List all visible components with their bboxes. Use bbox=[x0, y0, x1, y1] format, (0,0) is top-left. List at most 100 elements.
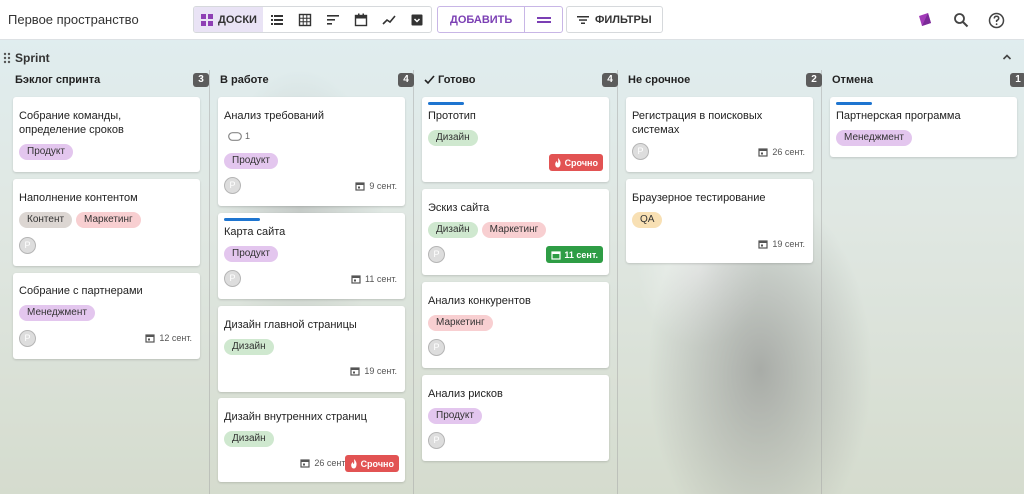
group-header: Sprint bbox=[0, 48, 1024, 68]
urgent-badge-label: Срочно bbox=[564, 157, 598, 168]
card-title: Партнерская программа bbox=[836, 110, 961, 122]
due-date[interactable]: 26 сент. bbox=[300, 458, 347, 468]
filters-button[interactable]: ФИЛЬТРЫ bbox=[566, 6, 663, 33]
card-title: Регистрация в поисковых системах bbox=[632, 110, 763, 136]
chart-icon bbox=[382, 14, 396, 25]
tag-product[interactable]: Продукт bbox=[224, 153, 278, 169]
search-button[interactable] bbox=[951, 10, 971, 30]
view-table-button[interactable] bbox=[291, 7, 319, 32]
column-title: Не срочное bbox=[628, 74, 691, 86]
boards-icon bbox=[201, 13, 213, 26]
task-card[interactable]: Эскиз сайта Дизайн Маркетинг P 11 сент. bbox=[422, 189, 609, 275]
task-card[interactable]: Прототип Дизайн Срочно bbox=[422, 97, 609, 182]
avatar[interactable]: P bbox=[19, 237, 36, 254]
card-title: Анализ требований bbox=[224, 110, 324, 122]
due-date-label: 9 сент. bbox=[369, 181, 397, 191]
add-button-group: ДОБАВИТЬ bbox=[437, 6, 564, 33]
due-date[interactable]: 19 сент. bbox=[758, 239, 805, 249]
task-card[interactable]: Собрание команды, определение сроков Про… bbox=[13, 97, 200, 172]
card-title: Дизайн внутренних страниц bbox=[224, 411, 367, 423]
top-bar: Первое пространство ДОСКИ ДОБАВИТЬ ФИЛЬТ… bbox=[0, 0, 1024, 40]
avatar[interactable]: P bbox=[632, 143, 649, 160]
filters-label: ФИЛЬТРЫ bbox=[595, 13, 652, 26]
card-title: Наполнение контентом bbox=[19, 192, 138, 204]
task-card[interactable]: Дизайн главной страницы Дизайн 19 сент. bbox=[218, 306, 405, 392]
tag-content[interactable]: Контент bbox=[19, 212, 73, 228]
tag-design[interactable]: Дизайн bbox=[224, 339, 274, 355]
tag-marketing[interactable]: Маркетинг bbox=[428, 315, 493, 331]
task-card[interactable]: Анализ конкурентов Маркетинг P bbox=[422, 282, 609, 368]
column-header[interactable]: Готово 4 bbox=[422, 70, 620, 90]
task-card[interactable]: Регистрация в поисковых системах P 26 се… bbox=[626, 97, 813, 172]
theme-button[interactable] bbox=[915, 10, 935, 30]
menu-icon bbox=[536, 16, 551, 23]
task-card[interactable]: Анализ требований 1 Продукт P 9 сент. bbox=[218, 97, 405, 206]
add-options-button[interactable] bbox=[524, 7, 562, 32]
task-card[interactable]: Анализ рисков Продукт P bbox=[422, 375, 609, 461]
due-date-label: 19 сент. bbox=[364, 366, 397, 376]
tag-marketing[interactable]: Маркетинг bbox=[481, 222, 547, 238]
column-in-progress: В работе 4 Анализ требований 1 Продукт P… bbox=[218, 70, 416, 494]
task-card[interactable]: Партнерская программа Менеджмент bbox=[830, 97, 1017, 157]
avatar[interactable]: P bbox=[19, 330, 36, 347]
due-date[interactable]: 19 сент. bbox=[350, 366, 397, 376]
avatar[interactable]: P bbox=[224, 270, 241, 287]
task-card[interactable]: Наполнение контентом Контент Маркетинг P bbox=[13, 179, 200, 266]
task-card[interactable]: Браузерное тестирование QA 19 сент. bbox=[626, 179, 813, 263]
view-chart-button[interactable] bbox=[375, 7, 403, 32]
tag-marketing[interactable]: Маркетинг bbox=[76, 212, 141, 228]
avatar[interactable]: P bbox=[428, 432, 445, 449]
column-header[interactable]: Бэклог спринта 3 bbox=[13, 70, 211, 90]
task-card[interactable]: Собрание с партнерами Менеджмент P 12 се… bbox=[13, 273, 200, 359]
view-list-button[interactable] bbox=[263, 7, 291, 32]
comment-count[interactable]: 1 bbox=[228, 131, 250, 141]
card-title: Анализ рисков bbox=[428, 388, 503, 400]
tag-product[interactable]: Продукт bbox=[19, 144, 73, 160]
urgent-badge[interactable]: Срочно bbox=[548, 154, 603, 171]
tag-product[interactable]: Продукт bbox=[428, 408, 482, 424]
card-title: Дизайн главной страницы bbox=[224, 319, 357, 331]
space-title[interactable]: Первое пространство bbox=[8, 12, 139, 27]
tag-product[interactable]: Продукт bbox=[224, 246, 278, 262]
view-switcher: ДОСКИ bbox=[193, 6, 432, 33]
column-header[interactable]: В работе 4 bbox=[218, 70, 416, 90]
column-title: Бэклог спринта bbox=[15, 74, 101, 86]
view-archive-button[interactable] bbox=[403, 7, 431, 32]
column-sprint-backlog: Бэклог спринта 3 Собрание команды, опред… bbox=[13, 70, 211, 494]
column-done: Готово 4 Прототип Дизайн Срочно Эскиз са… bbox=[422, 70, 620, 494]
column-header[interactable]: Не срочное 2 bbox=[626, 70, 824, 90]
add-button[interactable]: ДОБАВИТЬ bbox=[438, 7, 524, 32]
help-button[interactable] bbox=[986, 10, 1006, 30]
gantt-icon bbox=[326, 14, 339, 25]
avatar[interactable]: P bbox=[224, 177, 241, 194]
task-card[interactable]: Карта сайта Продукт P 11 сент. bbox=[218, 213, 405, 299]
tag-management[interactable]: Менеджмент bbox=[19, 305, 95, 321]
card-title: Прототип bbox=[428, 110, 476, 122]
due-date[interactable]: 12 сент. bbox=[145, 333, 192, 343]
help-icon bbox=[988, 12, 1004, 28]
urgent-badge-label: Срочно bbox=[360, 458, 394, 469]
column-header[interactable]: Отмена 1 bbox=[830, 70, 1024, 90]
tag-design[interactable]: Дизайн bbox=[224, 431, 274, 447]
tag-management[interactable]: Менеджмент bbox=[836, 130, 912, 146]
drag-handle-icon[interactable] bbox=[3, 52, 11, 64]
search-icon bbox=[954, 13, 969, 28]
tag-qa[interactable]: QA bbox=[632, 212, 663, 228]
view-boards-button[interactable]: ДОСКИ bbox=[194, 7, 263, 32]
calendar-icon bbox=[145, 334, 155, 343]
due-date[interactable]: 9 сент. bbox=[355, 181, 397, 191]
due-date-badge[interactable]: 11 сент. bbox=[546, 246, 603, 263]
task-card[interactable]: Дизайн внутренних страниц Дизайн 26 сент… bbox=[218, 398, 405, 482]
tag-design[interactable]: Дизайн bbox=[428, 222, 478, 238]
view-gantt-button[interactable] bbox=[319, 7, 347, 32]
avatar[interactable]: P bbox=[428, 246, 445, 263]
due-date[interactable]: 26 сент. bbox=[758, 147, 805, 157]
chevron-up-icon[interactable] bbox=[1001, 51, 1013, 63]
card-title: Собрание команды, определение сроков bbox=[19, 110, 124, 136]
tag-design[interactable]: Дизайн bbox=[428, 130, 478, 146]
avatar[interactable]: P bbox=[428, 339, 445, 356]
view-calendar-button[interactable] bbox=[347, 7, 375, 32]
urgent-badge[interactable]: Срочно bbox=[344, 455, 399, 472]
group-title[interactable]: Sprint bbox=[15, 51, 50, 65]
due-date[interactable]: 11 сент. bbox=[351, 274, 397, 284]
